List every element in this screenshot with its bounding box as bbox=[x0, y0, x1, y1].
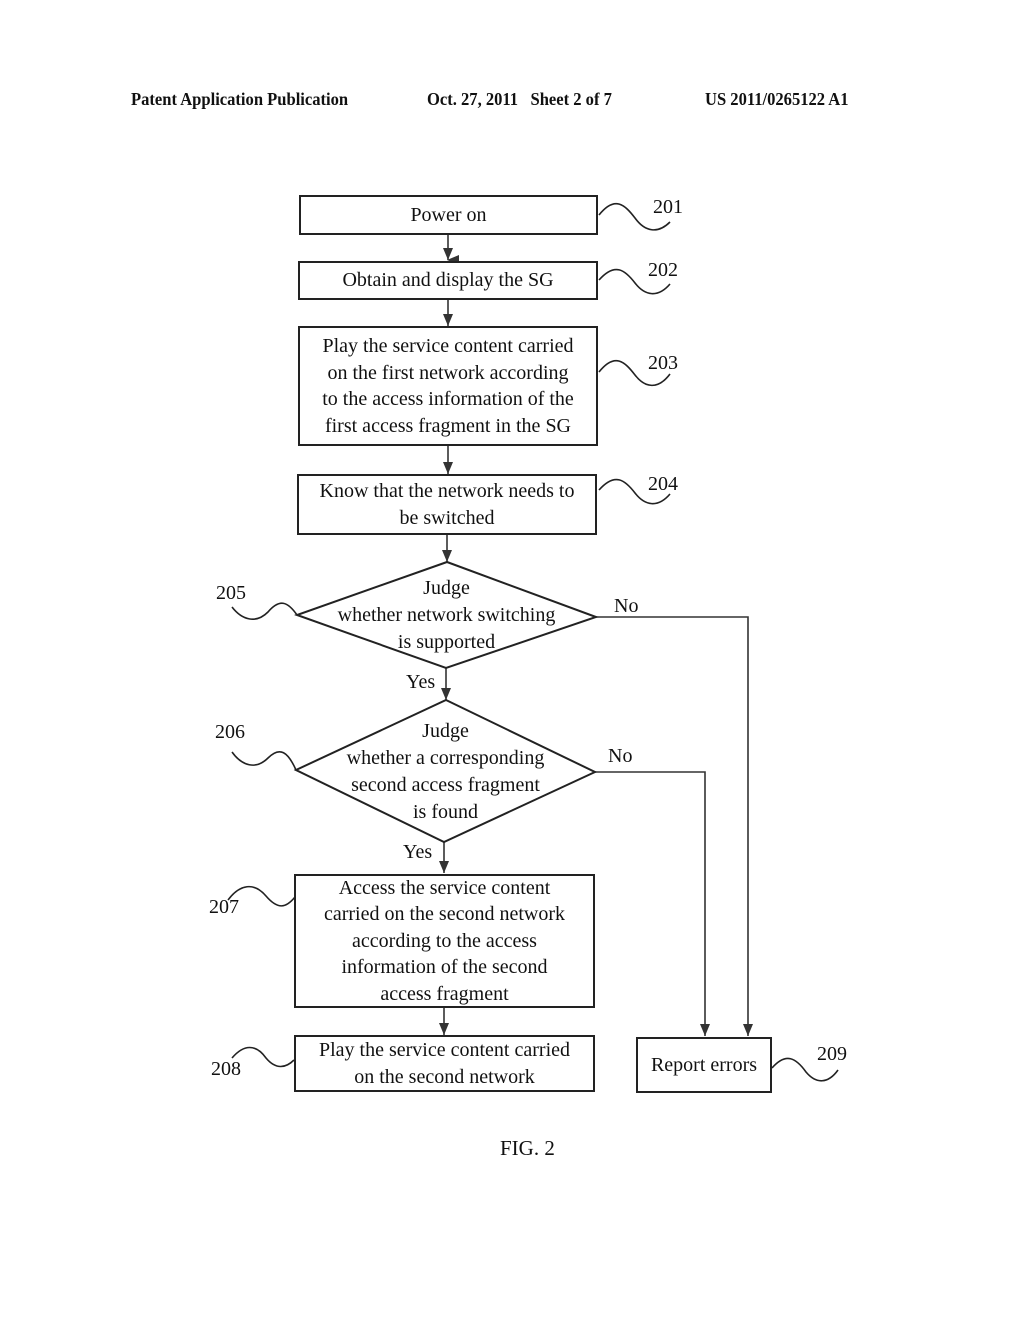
step-box-203: Play the service content carried on the … bbox=[298, 326, 598, 446]
arrowhead bbox=[700, 1024, 710, 1036]
arrowhead bbox=[443, 248, 453, 260]
ref-label-205: 205 bbox=[216, 582, 246, 604]
decision-text-line: is found bbox=[413, 801, 478, 823]
branch-label-205-yes: Yes bbox=[406, 671, 436, 693]
step-text-line: information of the second bbox=[341, 956, 548, 979]
leader-205 bbox=[231, 602, 298, 620]
arrowhead bbox=[443, 314, 453, 326]
step-text: Power on bbox=[410, 203, 487, 226]
decision-text-line: is supported bbox=[397, 631, 496, 653]
step-text-line: be switched bbox=[399, 506, 495, 529]
step-text-line: on the second network bbox=[354, 1065, 535, 1088]
arrowhead bbox=[439, 1023, 449, 1035]
step-box-208: Play the service content carried on the … bbox=[294, 1035, 595, 1092]
step-box-201: Power on bbox=[299, 195, 598, 235]
ref-label-203: 203 bbox=[648, 352, 678, 374]
step-box-207: Access the service content carried on th… bbox=[294, 874, 595, 1008]
step-box-204: Know that the network needs to be switch… bbox=[297, 474, 597, 535]
step-text: Report errors bbox=[650, 1053, 758, 1076]
decision-text-206: Judge whether a corresponding second acc… bbox=[296, 718, 595, 826]
step-text-line: first access fragment in the SG bbox=[324, 414, 572, 437]
figure-label: FIG. 2 bbox=[500, 1136, 555, 1160]
step-text: Obtain and display the SG bbox=[342, 269, 554, 292]
arrowhead bbox=[443, 462, 453, 474]
decision-text-205: Judge whether network switching is suppo… bbox=[297, 575, 596, 656]
step-text-line: Know that the network needs to bbox=[319, 480, 575, 502]
arrow-206-no-209 bbox=[595, 771, 706, 1036]
arrowhead bbox=[743, 1024, 753, 1036]
ref-label-209: 209 bbox=[817, 1043, 847, 1065]
arrowhead bbox=[439, 861, 449, 873]
decision-text-line: Judge bbox=[423, 577, 470, 599]
decision-text-line: Judge bbox=[422, 720, 469, 742]
step-text-line: Play the service content carried bbox=[322, 335, 574, 357]
step-text-line: Play the service content carried bbox=[319, 1039, 570, 1061]
ref-label-201: 201 bbox=[653, 196, 683, 218]
ref-label-204: 204 bbox=[648, 473, 678, 495]
decision-text-line: whether network switching bbox=[337, 604, 556, 626]
step-text-line: carried on the second network bbox=[323, 903, 565, 926]
ref-label-202: 202 bbox=[648, 259, 678, 281]
branch-label-206-yes: Yes bbox=[403, 841, 433, 863]
step-text-line: Access the service content bbox=[338, 876, 551, 899]
step-text-line: access fragment bbox=[380, 982, 509, 1005]
decision-text-line: second access fragment bbox=[351, 774, 540, 796]
step-text-line: on the first network according bbox=[327, 361, 569, 384]
branch-label-205-no: No bbox=[614, 595, 639, 617]
step-text-line: according to the access bbox=[352, 929, 537, 952]
step-text-line: to the access information of the bbox=[322, 388, 574, 410]
ref-label-206: 206 bbox=[215, 721, 245, 743]
arrow-205-no-209 bbox=[596, 616, 749, 1036]
ref-label-208: 208 bbox=[211, 1058, 241, 1080]
branch-label-206-no: No bbox=[608, 745, 633, 767]
leader-206 bbox=[231, 750, 297, 771]
step-box-209: Report errors bbox=[636, 1037, 772, 1093]
ref-label-207: 207 bbox=[209, 896, 239, 918]
step-box-202: Obtain and display the SG bbox=[298, 261, 598, 300]
decision-text-line: whether a corresponding bbox=[346, 747, 545, 769]
arrowhead bbox=[441, 688, 451, 700]
leader-208 bbox=[231, 1046, 295, 1068]
arrowhead bbox=[442, 550, 452, 562]
